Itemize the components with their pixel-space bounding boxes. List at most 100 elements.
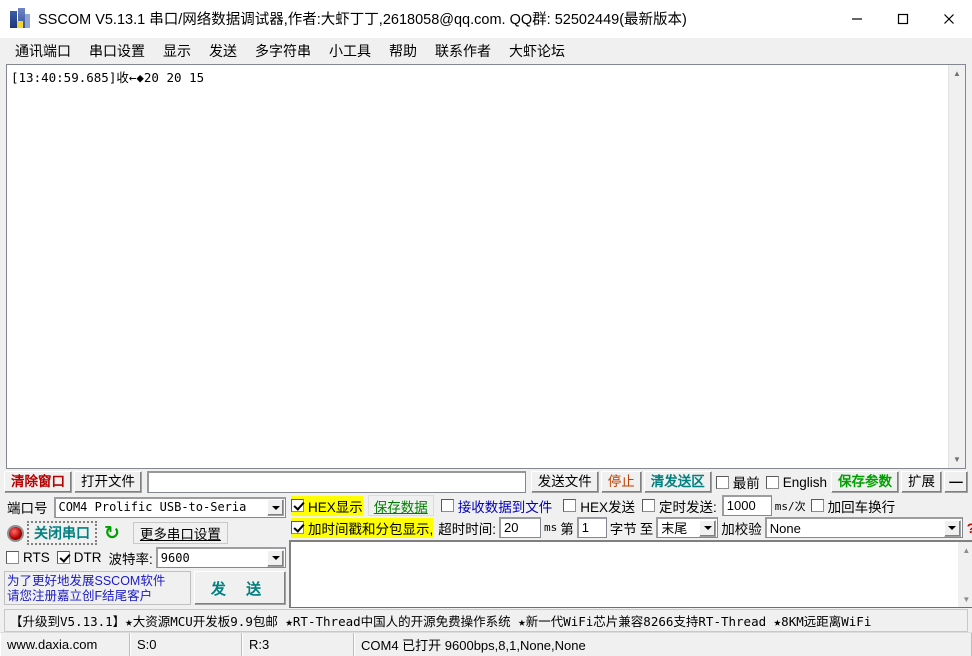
send-textarea-scrollbar[interactable]: ▲ ▼ xyxy=(958,542,972,607)
scroll-up-icon[interactable]: ▲ xyxy=(962,542,970,558)
collapse-button[interactable]: — xyxy=(944,471,968,493)
hex-display-checkbox[interactable]: HEX显示 xyxy=(291,495,363,516)
display-options-row: HEX显示 保存数据 接收数据到文件 HEX发送 定时发送: 1000 ms/次 xyxy=(289,495,972,516)
baud-rate-label: 波特率: xyxy=(108,551,153,567)
scroll-down-icon[interactable]: ▼ xyxy=(949,451,966,468)
more-port-settings-button[interactable]: 更多串口设置 xyxy=(132,522,228,544)
english-checkbox[interactable]: English xyxy=(765,475,827,490)
timed-send-label: 定时发送: xyxy=(659,499,717,515)
rts-label: RTS xyxy=(23,550,50,565)
timed-send-checkbox[interactable]: 定时发送: xyxy=(642,496,717,516)
clear-send-area-button[interactable]: 清发送区 xyxy=(643,471,712,493)
topmost-checkbox-box[interactable] xyxy=(715,475,729,489)
hex-display-checkbox-box[interactable] xyxy=(291,499,304,512)
status-received-count: R:3 xyxy=(242,633,354,656)
scroll-down-icon[interactable]: ▼ xyxy=(962,591,970,607)
close-button[interactable] xyxy=(926,0,972,38)
close-port-button[interactable]: 关闭串口 xyxy=(27,521,97,545)
topmost-label: 最前 xyxy=(732,476,760,491)
menu-item-send[interactable]: 发送 xyxy=(200,40,246,62)
byte-unit-label: 字节 xyxy=(609,521,637,537)
port-select[interactable]: COM4 Prolific USB-to-Seria xyxy=(53,496,286,518)
clear-window-button[interactable]: 清除窗口 xyxy=(4,471,72,493)
extend-button[interactable]: 扩展 xyxy=(901,471,942,493)
port-settings-column: 端口号 COM4 Prolific USB-to-Seria 关闭串口 ↻ 更多… xyxy=(4,495,286,608)
timeout-unit-label: ms xyxy=(544,521,558,534)
flow-control-row: RTS DTR 波特率: 9600 xyxy=(4,547,286,568)
english-checkbox-box[interactable] xyxy=(765,475,779,489)
menu-item-contact-author[interactable]: 联系作者 xyxy=(426,40,500,62)
menu-item-forum[interactable]: 大虾论坛 xyxy=(500,40,574,62)
timestamp-options-row: 加时间戳和分包显示, 超时时间: 20 ms 第 1 字节 至 末尾 加校验 N… xyxy=(289,517,972,538)
recv-to-file-checkbox[interactable]: 接收数据到文件 xyxy=(440,496,552,516)
rts-checkbox[interactable]: RTS xyxy=(6,550,50,565)
timeout-label: 超时时间: xyxy=(438,521,497,537)
help-icon[interactable]: ? xyxy=(967,520,972,536)
hex-send-checkbox[interactable]: HEX发送 xyxy=(563,496,635,516)
save-data-button[interactable]: 保存数据 xyxy=(367,495,434,516)
timestamp-checkbox[interactable]: 加时间戳和分包显示, xyxy=(291,517,434,538)
chevron-down-icon[interactable] xyxy=(267,499,284,516)
receive-text[interactable]: [13:40:59.685]收←◆20 20 15 xyxy=(7,65,948,468)
byte-from-label: 第 xyxy=(560,521,574,537)
dtr-checkbox-box[interactable] xyxy=(56,551,70,564)
checksum-value: None xyxy=(769,520,801,536)
title-bar: SSCOM V5.13.1 串口/网络数据调试器,作者:大虾丁丁,2618058… xyxy=(0,0,972,38)
recv-to-file-checkbox-box[interactable] xyxy=(440,499,454,512)
chevron-down-icon[interactable] xyxy=(267,549,284,567)
rts-checkbox-box[interactable] xyxy=(6,551,19,564)
stop-button[interactable]: 停止 xyxy=(600,471,642,493)
checksum-select[interactable]: None xyxy=(764,517,963,538)
minimize-button[interactable] xyxy=(834,0,880,38)
crlf-checkbox-box[interactable] xyxy=(810,499,824,512)
status-website[interactable]: www.daxia.com xyxy=(0,633,130,656)
save-params-button[interactable]: 保存参数 xyxy=(831,471,899,493)
port-label: 端口号 xyxy=(4,495,51,519)
minimize-icon xyxy=(852,17,862,20)
dtr-label: DTR xyxy=(73,550,102,565)
send-file-button[interactable]: 发送文件 xyxy=(530,471,599,493)
open-file-button[interactable]: 打开文件 xyxy=(74,471,142,493)
advertisement-bar[interactable]: 【升级到V5.13.1】★大资源MCU开发板9.9包邮 ★RT-Thread中国… xyxy=(4,609,968,632)
topmost-checkbox[interactable]: 最前 xyxy=(715,472,760,492)
menu-item-help[interactable]: 帮助 xyxy=(380,40,426,62)
port-status-led-icon xyxy=(7,524,24,542)
timeout-input[interactable]: 20 xyxy=(499,517,542,538)
byte-end-select[interactable]: 末尾 xyxy=(656,517,719,538)
menu-item-tools[interactable]: 小工具 xyxy=(320,40,380,62)
window-controls xyxy=(834,0,972,38)
chevron-down-icon[interactable] xyxy=(699,519,717,537)
timed-send-interval-input[interactable]: 1000 xyxy=(721,495,772,516)
baud-rate-select[interactable]: 9600 xyxy=(155,547,286,568)
settings-panel: 端口号 COM4 Prolific USB-to-Seria 关闭串口 ↻ 更多… xyxy=(0,495,972,608)
scroll-up-icon[interactable]: ▲ xyxy=(949,65,966,82)
menu-item-multi-string[interactable]: 多字符串 xyxy=(246,40,320,62)
send-textarea[interactable]: ▲ ▼ xyxy=(289,540,972,608)
receive-area[interactable]: [13:40:59.685]收←◆20 20 15 ▲ ▼ xyxy=(6,64,966,469)
crlf-checkbox[interactable]: 加回车换行 xyxy=(810,496,896,516)
refresh-ports-icon[interactable]: ↻ xyxy=(104,524,120,543)
registration-notice-row: 为了更好地发展SSCOM软件 请您注册嘉立创F结尾客户 发 送 xyxy=(4,571,286,605)
checksum-label: 加校验 xyxy=(721,521,762,537)
send-button[interactable]: 发 送 xyxy=(194,571,286,605)
menu-item-display[interactable]: 显示 xyxy=(154,40,200,62)
file-path-input[interactable] xyxy=(147,471,526,493)
dtr-checkbox[interactable]: DTR xyxy=(56,550,102,565)
receive-scrollbar[interactable]: ▲ ▼ xyxy=(948,65,965,468)
baud-rate-value: 9600 xyxy=(160,550,190,565)
menu-item-serial-settings[interactable]: 串口设置 xyxy=(80,40,154,62)
hex-send-checkbox-box[interactable] xyxy=(563,499,577,512)
menu-item-comm-port[interactable]: 通讯端口 xyxy=(6,40,80,62)
maximize-button[interactable] xyxy=(880,0,926,38)
timestamp-checkbox-box[interactable] xyxy=(291,521,304,534)
timed-send-checkbox-box[interactable] xyxy=(642,499,656,512)
close-icon xyxy=(944,13,954,24)
byte-from-input[interactable]: 1 xyxy=(576,517,607,538)
port-control-row: 关闭串口 ↻ 更多串口设置 xyxy=(4,521,286,545)
file-toolbar: 清除窗口 打开文件 发送文件 停止 清发送区 最前 English 保存参数 扩… xyxy=(0,469,972,495)
send-textarea-body[interactable] xyxy=(291,542,958,607)
chevron-down-icon[interactable] xyxy=(943,519,961,537)
registration-notice: 为了更好地发展SSCOM软件 请您注册嘉立创F结尾客户 xyxy=(4,571,191,605)
byte-to-label: 至 xyxy=(639,521,654,537)
crlf-label: 加回车换行 xyxy=(827,499,896,515)
